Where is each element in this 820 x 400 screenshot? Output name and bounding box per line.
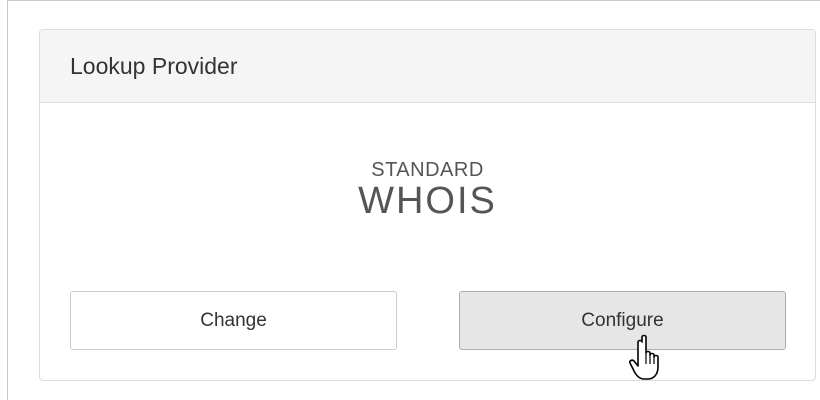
lookup-provider-panel: Lookup Provider STANDARD WHOIS Change Co… (39, 29, 816, 381)
change-button-label: Change (200, 309, 267, 331)
page-frame: Lookup Provider STANDARD WHOIS Change Co… (7, 0, 820, 400)
logo-line-standard: STANDARD (371, 159, 484, 181)
change-button[interactable]: Change (70, 291, 397, 350)
logo-line-whois: WHOIS (358, 180, 497, 222)
configure-button[interactable]: Configure (459, 291, 786, 350)
panel-heading: Lookup Provider (40, 30, 815, 103)
panel-title: Lookup Provider (70, 52, 238, 79)
hand-pointer-icon (629, 334, 659, 380)
configure-button-label: Configure (581, 309, 664, 331)
provider-logo: STANDARD WHOIS (40, 160, 815, 220)
